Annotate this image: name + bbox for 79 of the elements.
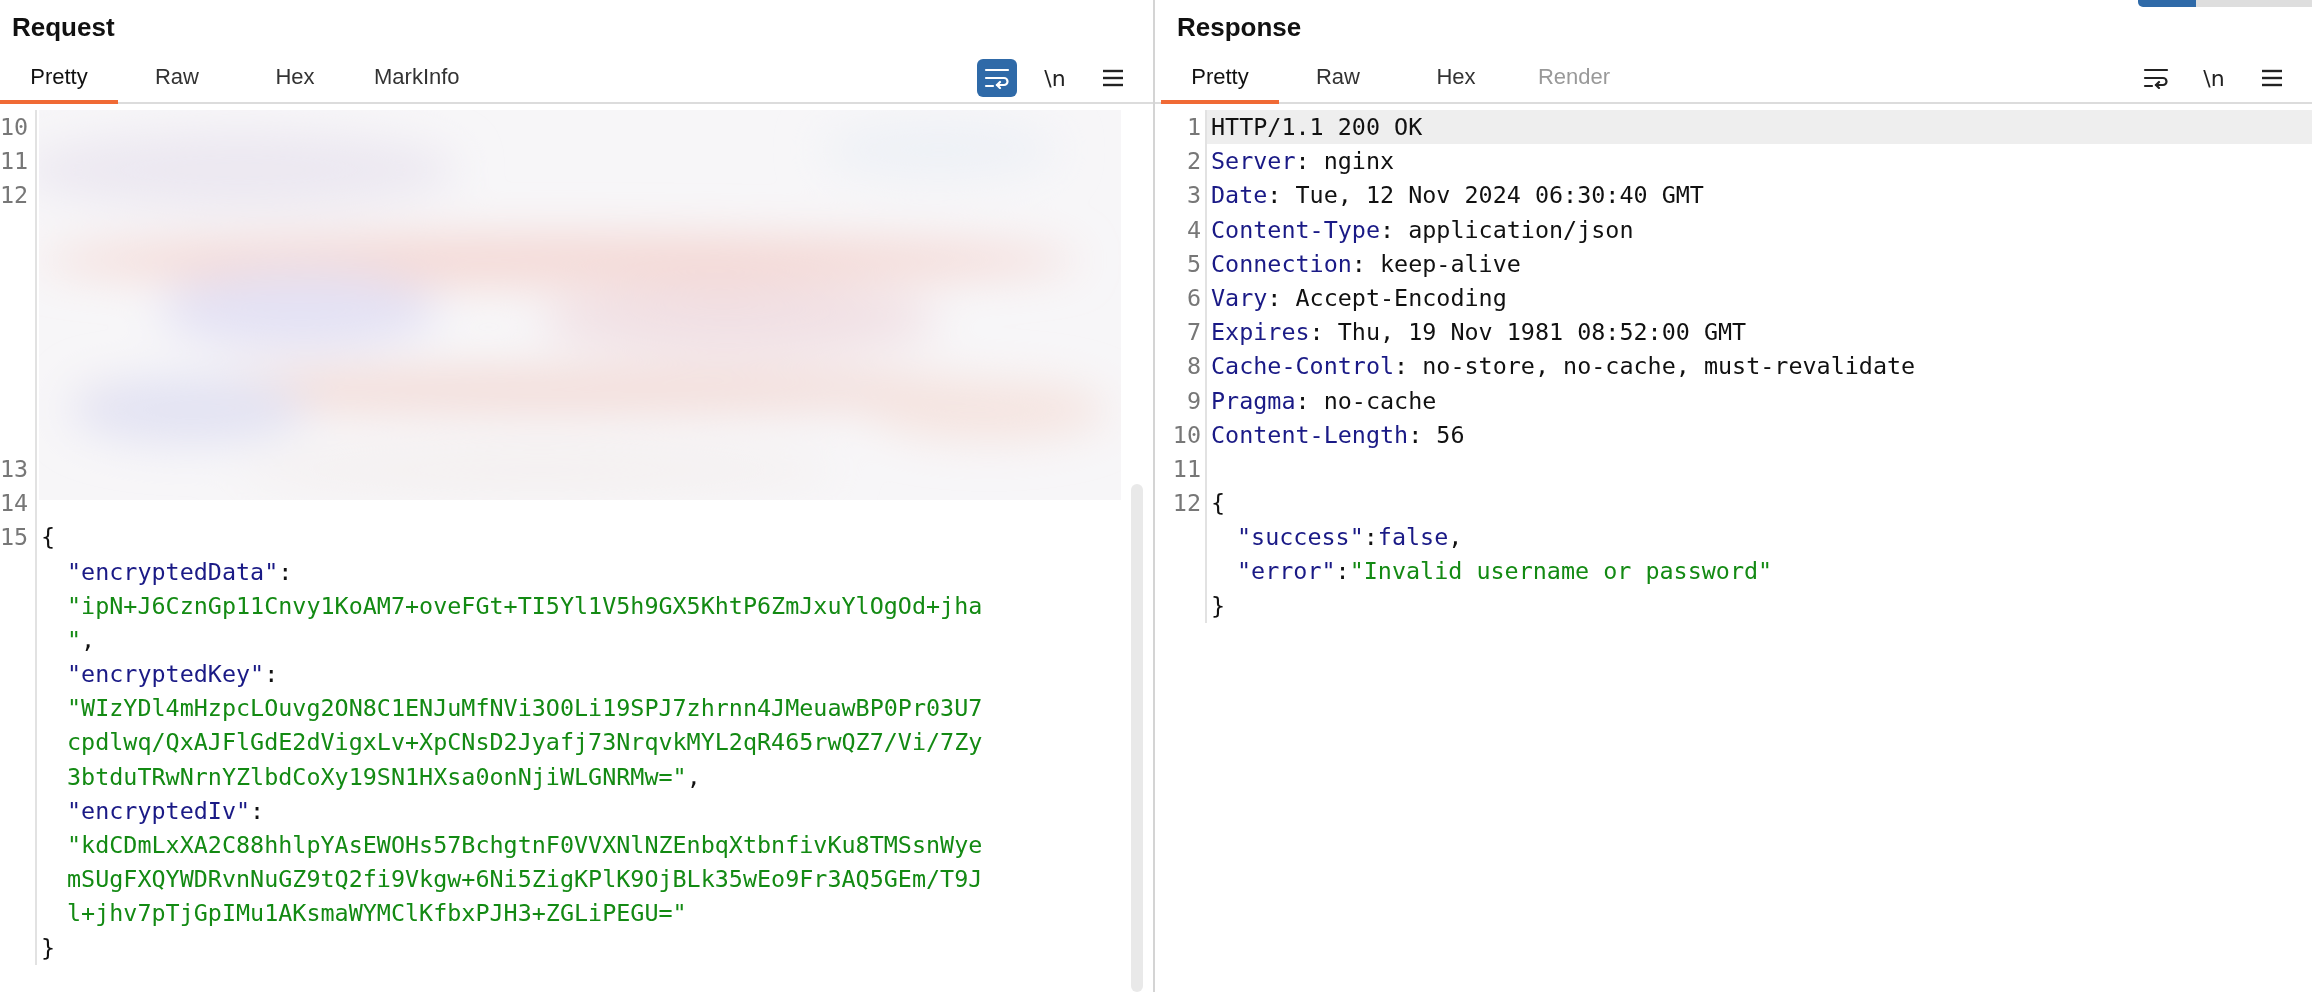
code-key: "encryptedIv" bbox=[67, 793, 251, 829]
code-text: , bbox=[686, 761, 701, 793]
line-number: 9 bbox=[1155, 383, 1207, 418]
wrap-toggle[interactable] bbox=[977, 59, 1017, 97]
code-string: "kdCDmLxXA2C88hhlpYAsEWOHs57BchgtnF0VVXNlNZEnbqXtbnfivKu8TMSsnWye bbox=[67, 830, 983, 861]
line-number: 14 bbox=[0, 486, 37, 521]
newline-toggle[interactable]: \n bbox=[1035, 59, 1075, 97]
line-number: 2 bbox=[1155, 144, 1207, 179]
line-number: 7 bbox=[1155, 315, 1207, 350]
menu-icon bbox=[2261, 68, 2283, 88]
newline-toggle[interactable]: \n bbox=[2194, 59, 2234, 97]
code-key: Content-Type bbox=[1211, 212, 1380, 247]
code-text: } bbox=[41, 932, 56, 964]
code-string: cpdlwq/QxAJFlGdE2dVigxLv+XpCNsD2Jyafj73NrqvkMYL2qR465rwQZ7/Vi/7Zy bbox=[67, 727, 983, 759]
code-text: : application/json bbox=[1380, 214, 1634, 246]
code-text: : keep-alive bbox=[1351, 248, 1521, 280]
code-text: , bbox=[81, 624, 96, 656]
line-number: 10 bbox=[0, 110, 37, 145]
code-text: : no-cache bbox=[1295, 385, 1437, 417]
code-key: "encryptedData" bbox=[67, 554, 279, 589]
code-key: Server bbox=[1211, 144, 1296, 179]
line-number: 4 bbox=[1155, 212, 1207, 247]
code-text: : bbox=[278, 556, 293, 588]
code-text: : bbox=[1335, 556, 1350, 588]
code-text: : bbox=[250, 795, 265, 827]
code-text: } bbox=[1211, 590, 1226, 622]
code-string: l+jhv7pTjGpIMu1AKsmaWYMClKfbxPJH3+ZGLiPEGU=" bbox=[67, 898, 687, 930]
line-number: 8 bbox=[1155, 349, 1207, 384]
code-key: Pragma bbox=[1211, 383, 1296, 418]
code-text: : 56 bbox=[1408, 419, 1465, 451]
code-string: mSUgFXQYWDRvnNuGZ9tQ2fi9Vkgw+6Ni5ZigKPlK9OjBLk35wEo9Fr3AQ5GEm/T9J bbox=[67, 864, 983, 896]
wrap-icon bbox=[2143, 67, 2169, 89]
code-key: Vary bbox=[1211, 280, 1268, 316]
code-key: "success" bbox=[1237, 520, 1364, 555]
code-string: "ipN+J6CznGp11Cnvy1KoAM7+oveFGt+TI5Yl1V5h9GX5KhtP6ZmJxuYlOgOd+jha bbox=[67, 590, 983, 622]
line-number: 12 bbox=[0, 178, 37, 213]
code-text: : Tue, 12 Nov 2024 06:30:40 GMT bbox=[1267, 180, 1704, 212]
code-key: Content-Length bbox=[1211, 417, 1409, 452]
line-number: 15 bbox=[0, 520, 37, 555]
code-key: "encryptedKey" bbox=[67, 657, 265, 692]
tab[interactable]: Pretty bbox=[1161, 54, 1279, 104]
code-text: : Thu, 19 Nov 1981 08:52:00 GMT bbox=[1309, 317, 1747, 349]
line-number: 11 bbox=[1155, 451, 1207, 487]
line-number: 11 bbox=[0, 144, 37, 179]
code-key: Date bbox=[1211, 178, 1268, 213]
panel-title: Response bbox=[1176, 10, 1302, 44]
code-text: { bbox=[41, 522, 56, 554]
tab[interactable]: Raw bbox=[118, 54, 236, 104]
line-number: 5 bbox=[1155, 246, 1207, 281]
tab[interactable]: Hex bbox=[236, 54, 354, 104]
code-key: false bbox=[1377, 520, 1449, 555]
tab[interactable]: Pretty bbox=[0, 54, 118, 104]
code-text: HTTP/1.1 200 OK bbox=[1211, 112, 1423, 143]
code-text: : bbox=[1363, 522, 1378, 554]
code-string: 3btduTRwNrnYZlbdCoXy19SN1HXsa0onNjiWLGNRMw=" bbox=[67, 761, 687, 793]
code-text: : no-store, no-cache, must-revalidate bbox=[1394, 351, 1916, 383]
tab[interactable]: Hex bbox=[1397, 54, 1515, 104]
code-text: : bbox=[264, 659, 279, 691]
line-number: 10 bbox=[1155, 417, 1207, 452]
menu-icon bbox=[1102, 68, 1124, 88]
code-key: Connection bbox=[1211, 246, 1352, 281]
line-number: 12 bbox=[1155, 486, 1207, 521]
code-key: "error" bbox=[1237, 554, 1336, 589]
line-number: 6 bbox=[1155, 280, 1207, 316]
code-string: "Invalid username or password" bbox=[1349, 556, 1773, 588]
line-number: 13 bbox=[0, 451, 37, 487]
code-text: , bbox=[1448, 522, 1463, 554]
tab[interactable]: MarkInfo bbox=[354, 54, 480, 104]
code-text: { bbox=[1211, 488, 1226, 520]
tab[interactable]: Raw bbox=[1279, 54, 1397, 104]
panel-title: Request bbox=[11, 10, 115, 44]
code-text: : Accept-Encoding bbox=[1267, 282, 1507, 314]
code-string: "WIzYDl4mHzpcLOuvg2ON8C1ENJuMfNVi3O0Li19SPJ7zhrnn4JMeuawBP0Pr03U7 bbox=[67, 693, 983, 725]
code-key: Cache-Control bbox=[1211, 349, 1395, 384]
code-text: : nginx bbox=[1295, 146, 1395, 178]
wrap-icon bbox=[984, 67, 1010, 89]
line-number: 3 bbox=[1155, 178, 1207, 213]
code-string: " bbox=[67, 624, 82, 656]
code-key: Expires bbox=[1211, 315, 1310, 350]
